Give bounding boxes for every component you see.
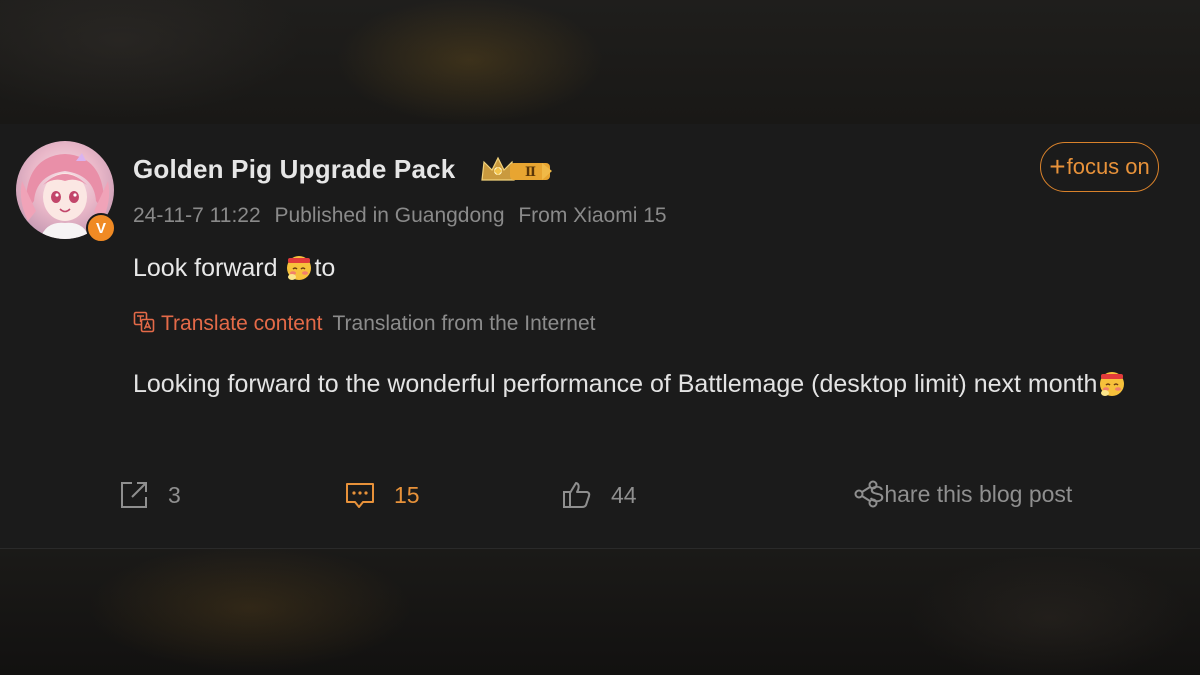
like-count: 44 (611, 481, 637, 508)
translation-bar: Translate content Translation from the In… (133, 311, 596, 336)
plus-icon: + (1049, 151, 1066, 182)
author-name[interactable]: Golden Pig Upgrade Pack (133, 154, 455, 185)
post-text-after: to (314, 254, 336, 282)
comment-count: 15 (394, 481, 420, 508)
translated-text: Looking forward to the wonderful perform… (133, 361, 1173, 407)
translation-source: Translation from the Internet (332, 312, 596, 335)
post-original-text: Look forward to (133, 252, 335, 283)
follow-label: focus on (1066, 154, 1150, 179)
share-blog-post-label: Share this blog post (869, 480, 1073, 507)
crown-level-icon: Ⅱ (481, 156, 552, 181)
background-bottom (0, 548, 1200, 675)
post-card: V Golden Pig Upgrade Pack Ⅱ 24-11-7 11:2… (0, 124, 1200, 549)
comment-button[interactable]: 15 (344, 479, 420, 511)
post-location: Published in Guangdong (274, 204, 505, 227)
svg-text:Ⅱ: Ⅱ (525, 165, 536, 180)
post-device: From Xiaomi 15 (518, 204, 667, 227)
blushing-emoji (287, 256, 312, 280)
verified-v-icon: V (86, 213, 116, 243)
background-top (0, 0, 1200, 124)
share-blog-post-button[interactable]: Share this blog post (853, 479, 1072, 509)
post-timestamp: 24-11-7 11:22 (133, 204, 261, 227)
translated-text-body: Looking forward to the wonderful perform… (133, 370, 1098, 398)
follow-button[interactable]: + focus on (1040, 142, 1159, 192)
translate-content-link[interactable]: Translate content (161, 312, 322, 335)
translate-icon (133, 311, 155, 333)
post-text-before: Look forward (133, 254, 285, 282)
repost-icon (121, 482, 147, 508)
post-meta: 24-11-7 11:22 Published in Guangdong Fro… (133, 204, 675, 228)
comment-icon (346, 483, 374, 508)
repost-button[interactable]: 3 (118, 479, 181, 511)
blushing-emoji (1100, 372, 1125, 396)
thumbs-up-icon (563, 482, 591, 508)
like-button[interactable]: 44 (561, 479, 637, 511)
repost-count: 3 (168, 481, 181, 508)
